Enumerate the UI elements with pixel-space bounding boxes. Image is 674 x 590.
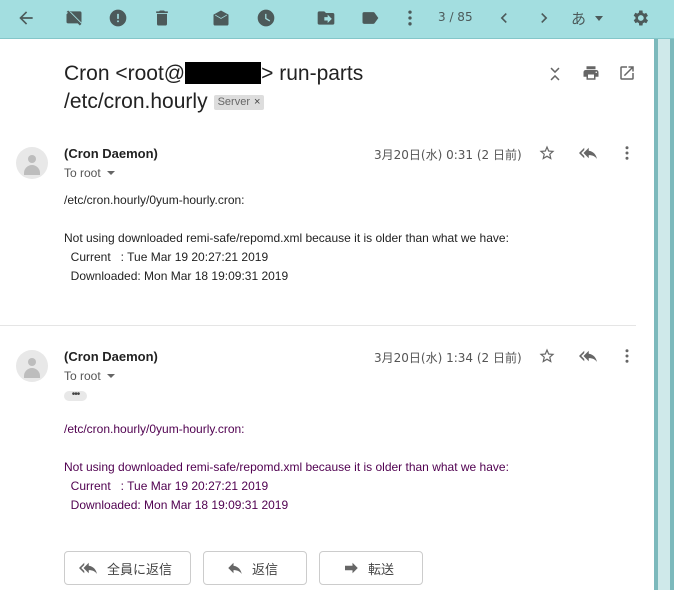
reply-all-icon[interactable] [575, 346, 601, 366]
back-arrow-icon[interactable] [14, 6, 38, 30]
label-chip[interactable]: Server × [213, 95, 265, 110]
avatar[interactable] [16, 350, 48, 382]
star-icon[interactable] [537, 143, 557, 163]
move-to-icon[interactable] [314, 6, 338, 30]
show-trimmed-content-button[interactable]: ••• [64, 390, 87, 401]
forward-button[interactable]: 転送 [319, 551, 423, 585]
sender-name[interactable]: (Cron Daemon) [64, 349, 158, 364]
recipient-details[interactable]: To root [64, 166, 115, 180]
more-vert-icon[interactable] [617, 143, 637, 163]
recipient-details[interactable]: To root [64, 369, 115, 383]
side-panel-strip [654, 39, 674, 590]
message-body: /etc/cron.hourly/0yum-hourly.cron: Not u… [64, 422, 509, 512]
input-tools-button[interactable]: あ [571, 8, 586, 29]
email-subject: Cron <root@ > run-parts /etc/cron.hourly S… [64, 60, 364, 116]
forward-label: 転送 [368, 562, 395, 578]
more-vert-icon[interactable] [398, 6, 422, 30]
avatar[interactable] [16, 147, 48, 179]
next-icon[interactable] [532, 6, 556, 30]
toolbar: 3 / 85 あ [0, 0, 674, 39]
chevron-down-icon[interactable] [106, 374, 115, 378]
sender-name[interactable]: (Cron Daemon) [64, 146, 158, 161]
reply-all-icon [79, 562, 97, 574]
reply-all-button[interactable]: 全員に返信 [64, 551, 191, 585]
message-body: /etc/cron.hourly/0yum-hourly.cron: Not u… [64, 193, 509, 283]
star-icon[interactable] [537, 346, 557, 366]
reply-icon [228, 562, 242, 574]
collapse-all-icon[interactable] [545, 64, 565, 84]
settings-icon[interactable] [628, 6, 652, 30]
pager-count: 3 / 85 [438, 10, 473, 24]
snooze-icon[interactable] [254, 6, 278, 30]
print-icon[interactable] [581, 63, 601, 83]
forward-icon [345, 562, 358, 574]
remove-label-icon[interactable]: × [254, 96, 260, 108]
label-icon[interactable] [358, 6, 382, 30]
more-vert-icon[interactable] [617, 346, 637, 366]
subject-text-2: > run-parts [261, 62, 364, 85]
reply-button[interactable]: 返信 [203, 551, 307, 585]
reply-all-icon[interactable] [575, 143, 601, 163]
label-name: Server [217, 96, 250, 108]
archive-off-icon[interactable] [62, 6, 86, 30]
divider [0, 325, 636, 326]
open-new-window-icon[interactable] [617, 63, 637, 83]
recipient-label: To root [64, 369, 101, 383]
subject-text-3: /etc/cron.hourly [64, 90, 208, 113]
recipient-label: To root [64, 166, 101, 180]
trash-icon[interactable] [150, 6, 174, 30]
redacted-block [185, 62, 262, 84]
chevron-down-icon[interactable] [595, 16, 603, 21]
message-date: 3月20日(水) 1:34 (2 日前) [374, 351, 522, 365]
mark-unread-icon[interactable] [209, 6, 233, 30]
reply-label: 返信 [252, 562, 279, 578]
subject-text-1: Cron <root@ [64, 62, 186, 85]
chevron-down-icon[interactable] [106, 171, 115, 175]
reply-all-label: 全員に返信 [107, 562, 173, 578]
report-spam-icon[interactable] [106, 6, 130, 30]
prev-icon[interactable] [492, 6, 516, 30]
message-date: 3月20日(水) 0:31 (2 日前) [374, 148, 522, 162]
